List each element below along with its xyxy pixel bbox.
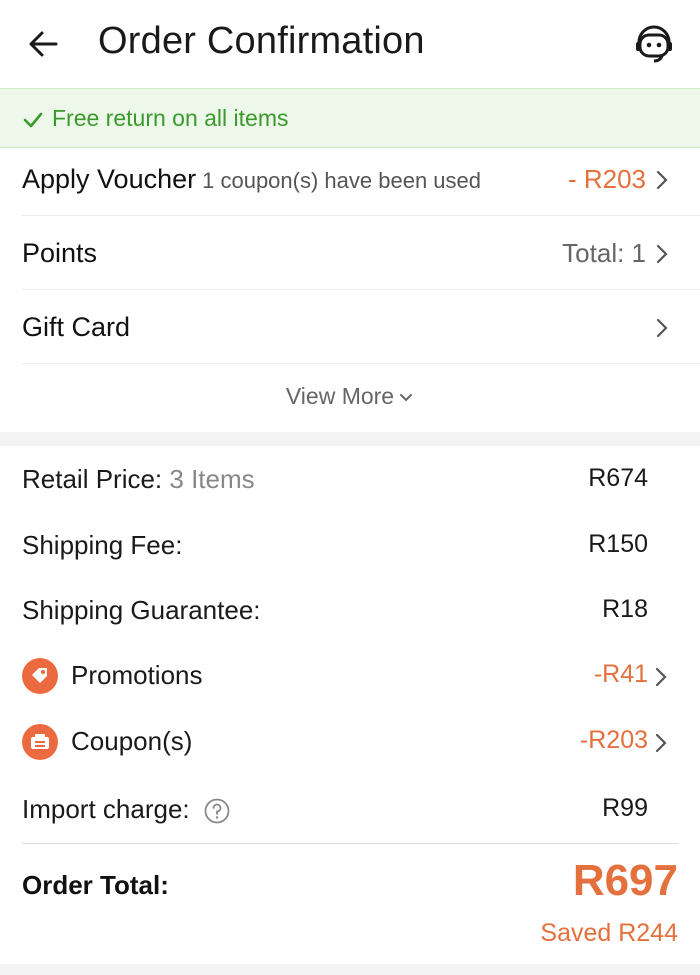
shipping-guarantee-label: Shipping Guarantee:: [22, 595, 261, 625]
chevron-right-icon: [655, 733, 667, 753]
shipping-guarantee-value: R18: [602, 595, 648, 623]
help-icon[interactable]: [203, 797, 231, 825]
chevron-down-icon: [400, 393, 413, 402]
promotions-line[interactable]: Promotions -R41: [22, 658, 678, 696]
gift-card-row[interactable]: Gift Card: [22, 290, 700, 364]
import-charge-label: Import charge:: [22, 794, 190, 824]
gift-card-label: Gift Card: [22, 312, 131, 342]
voucher-used-note: 1 coupon(s) have been used: [202, 168, 481, 193]
view-more-label: View More: [285, 383, 395, 409]
coupon-icon: [22, 724, 58, 760]
points-total-value: Total: 1: [562, 238, 646, 268]
shipping-fee-label: Shipping Fee:: [22, 530, 183, 560]
chevron-right-icon: [655, 667, 667, 687]
shipping-fee-line: Shipping Fee: R150: [22, 530, 678, 564]
coupons-line[interactable]: Coupon(s) -R203: [22, 724, 678, 762]
points-label: Points: [22, 238, 98, 268]
order-total-label: Order Total:: [22, 870, 169, 900]
shipping-guarantee-line: Shipping Guarantee: R18: [22, 595, 678, 629]
promotions-label: Promotions: [71, 660, 203, 690]
chevron-right-icon: [656, 318, 668, 338]
back-arrow-icon[interactable]: [26, 26, 62, 62]
free-return-text: Free return on all items: [52, 105, 289, 131]
retail-price-line: Retail Price: 3 Items R674: [22, 464, 678, 498]
summary-divider: [22, 843, 678, 844]
chevron-right-icon: [656, 170, 668, 190]
apply-voucher-row[interactable]: Apply Voucher 1 coupon(s) have been used …: [22, 148, 700, 216]
order-summary-card: Retail Price: 3 Items R674 Shipping Fee:…: [0, 446, 700, 964]
item-count: 3 Items: [169, 464, 255, 494]
free-return-banner: Free return on all items: [0, 88, 700, 148]
retail-price-value: R674: [588, 464, 648, 492]
shipping-fee-value: R150: [588, 530, 648, 558]
page-title: Order Confirmation: [98, 20, 425, 62]
header-bar: Order Confirmation: [0, 0, 700, 88]
retail-price-label: Retail Price:: [22, 464, 163, 494]
check-icon: [23, 112, 43, 128]
import-charge-value: R99: [602, 794, 648, 822]
coupons-value: -R203: [579, 726, 648, 754]
apply-voucher-label: Apply Voucher: [22, 164, 197, 194]
saved-amount: Saved R244: [540, 919, 678, 947]
customer-service-icon[interactable]: [632, 22, 676, 66]
view-more-button[interactable]: View More: [0, 383, 700, 410]
order-total-value: R697: [572, 856, 678, 905]
chevron-right-icon: [656, 244, 668, 264]
voucher-discount-value: - R203: [567, 164, 646, 194]
payment-options-card: Apply Voucher 1 coupon(s) have been used …: [0, 148, 700, 432]
points-row[interactable]: Points Total: 1: [22, 216, 700, 290]
coupons-label: Coupon(s): [71, 726, 193, 756]
promotions-value: -R41: [593, 660, 648, 688]
tag-icon: [22, 658, 58, 694]
import-charge-line: Import charge: R99: [22, 794, 678, 830]
